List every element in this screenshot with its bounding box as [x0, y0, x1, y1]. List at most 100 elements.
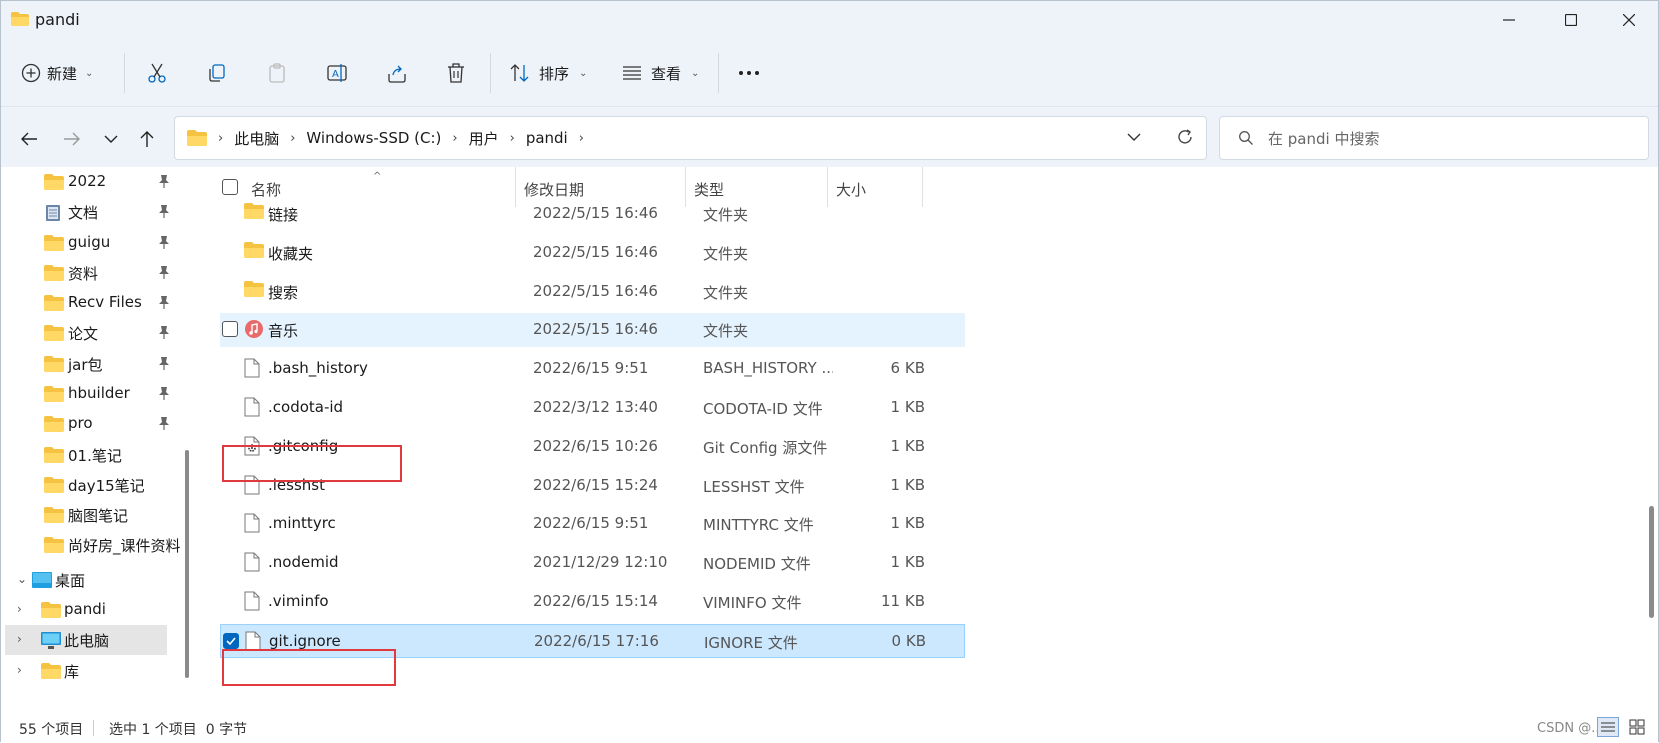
- nav-item-label: pandi: [64, 600, 106, 618]
- file-size: 6 KB: [890, 359, 925, 378]
- chevron-down-icon: ⌄: [691, 67, 700, 79]
- pin-icon: [158, 235, 170, 253]
- expand-chevron-right-icon[interactable]: ›: [17, 602, 22, 616]
- forward-button[interactable]: [58, 125, 86, 153]
- expand-chevron-right-icon[interactable]: ›: [17, 632, 22, 646]
- close-button[interactable]: [1601, 1, 1657, 39]
- view-toggle: [1597, 717, 1647, 737]
- breadcrumb-users[interactable]: 用户: [469, 128, 499, 149]
- new-button[interactable]: 新建 ⌄: [21, 57, 93, 89]
- folder-icon: [44, 477, 64, 497]
- search-box[interactable]: 在 pandi 中搜索: [1219, 116, 1649, 160]
- file-date: 2022/5/15 16:46: [533, 204, 658, 222]
- recent-locations-button[interactable]: [97, 125, 125, 153]
- file-type: 文件夹: [703, 322, 749, 341]
- watermark: CSDN @...: [1537, 721, 1604, 736]
- select-all-checkbox[interactable]: [222, 179, 238, 195]
- folder-icon: [44, 325, 64, 345]
- nav-scrollbar[interactable]: [185, 450, 189, 678]
- row-checkbox[interactable]: [222, 321, 238, 338]
- file-list-scrollbar[interactable]: [1649, 506, 1654, 618]
- nav-item[interactable]: › 此电脑: [5, 625, 167, 655]
- file-row[interactable]: 音乐 2022/5/15 16:46 文件夹: [220, 313, 965, 348]
- nav-item[interactable]: › pandi: [5, 595, 167, 625]
- file-size: 1 KB: [890, 475, 925, 494]
- sort-button[interactable]: 排序 ⌄: [509, 57, 587, 89]
- tiles-view-icon[interactable]: [1627, 717, 1647, 737]
- nav-item[interactable]: hbuilder: [1, 379, 181, 409]
- breadcrumb-this-pc[interactable]: 此电脑: [234, 128, 279, 149]
- nav-item[interactable]: day15笔记: [1, 470, 181, 500]
- nav-item[interactable]: 01.笔记: [1, 440, 181, 470]
- file-type: 文件夹: [703, 244, 749, 263]
- view-list-icon: [623, 66, 641, 80]
- up-button[interactable]: [133, 125, 161, 153]
- file-name: 搜索: [268, 283, 299, 302]
- file-row[interactable]: 搜索 2022/5/15 16:46 文件夹: [220, 275, 965, 309]
- nav-item[interactable]: 文档: [1, 197, 181, 227]
- toolbar-divider: [124, 53, 125, 93]
- nav-item-label: day15笔记: [68, 477, 145, 495]
- share-button[interactable]: [383, 59, 411, 87]
- sort-button-label: 排序: [539, 64, 570, 83]
- highlight-box-gitignore: [222, 649, 396, 686]
- nav-item[interactable]: pro: [1, 409, 181, 439]
- file-name: .bash_history: [268, 359, 368, 378]
- pin-icon: [158, 416, 170, 434]
- item-count: 55 个项目: [19, 722, 84, 738]
- nav-item-label: 库: [64, 663, 80, 681]
- more-options-button[interactable]: [735, 59, 763, 87]
- nav-item[interactable]: guigu: [1, 228, 181, 258]
- row-checkbox[interactable]: [223, 632, 239, 649]
- file-row[interactable]: .bash_history 2022/6/15 9:51 BASH_HISTORY …: [220, 352, 965, 386]
- nav-item[interactable]: 2022: [1, 167, 181, 197]
- command-bar: 新建 ⌄ A 排序 ⌄ 查看 ⌄: [1, 39, 1658, 107]
- chevron-right-icon: ›: [452, 130, 458, 146]
- file-row[interactable]: .nodemid 2021/12/29 12:10 NODEMID 文件 1 KB: [220, 546, 965, 580]
- nav-item[interactable]: jar包: [1, 349, 181, 379]
- file-date: 2022/6/15 15:14: [533, 592, 658, 610]
- file-row[interactable]: 链接 2022/5/15 16:46 文件夹: [220, 197, 965, 231]
- refresh-button[interactable]: [1176, 128, 1194, 150]
- nav-item[interactable]: ⌄ 桌面: [5, 565, 167, 595]
- nav-item-label: 脑图笔记: [68, 507, 129, 525]
- back-button[interactable]: [15, 125, 43, 153]
- nav-item[interactable]: Recv Files: [1, 288, 181, 318]
- address-bar[interactable]: › 此电脑 › Windows-SSD (C:) › 用户 › pandi ›: [174, 116, 1207, 160]
- folder-icon: [44, 537, 64, 557]
- copy-button[interactable]: [203, 59, 231, 87]
- view-button[interactable]: 查看 ⌄: [621, 57, 699, 89]
- nav-item[interactable]: 脑图笔记: [1, 500, 181, 530]
- sort-ascending-icon: ^: [373, 171, 382, 182]
- delete-button[interactable]: [442, 59, 470, 87]
- pin-icon: [158, 325, 170, 343]
- maximize-button[interactable]: [1543, 1, 1599, 39]
- paste-button[interactable]: [263, 59, 291, 87]
- file-row[interactable]: 收藏夹 2022/5/15 16:46 文件夹: [220, 236, 965, 270]
- toolbar-divider: [718, 53, 719, 93]
- arrow-up-icon: [140, 131, 154, 147]
- expand-chevron-right-icon[interactable]: ›: [17, 663, 22, 677]
- nav-item[interactable]: 论文: [1, 318, 181, 348]
- file-row[interactable]: .codota-id 2022/3/12 13:40 CODOTA-ID 文件 1 K…: [220, 391, 965, 425]
- file-row[interactable]: .minttyrc 2022/6/15 9:51 MINTTYRC 文件 1 KB: [220, 507, 965, 541]
- details-view-icon[interactable]: [1597, 717, 1619, 737]
- minimize-icon: [1503, 19, 1515, 21]
- file-name: 收藏夹: [268, 244, 314, 263]
- file-icon: [244, 358, 260, 382]
- rename-button[interactable]: A: [323, 59, 351, 87]
- address-history-button[interactable]: [1126, 129, 1142, 149]
- expand-chevron-down-icon[interactable]: ⌄: [17, 572, 27, 586]
- nav-item[interactable]: 尚好房_课件资料: [1, 530, 181, 560]
- breadcrumb-drive[interactable]: Windows-SSD (C:): [306, 129, 441, 147]
- nav-item[interactable]: 资料: [1, 258, 181, 288]
- view-button-label: 查看: [651, 64, 682, 83]
- folder-icon: [44, 235, 64, 255]
- minimize-button[interactable]: [1481, 1, 1537, 39]
- file-row[interactable]: .viminfo 2022/6/15 15:14 VIMINFO 文件 11 KB: [220, 585, 965, 619]
- pin-icon: [158, 174, 170, 192]
- folder-icon: [44, 295, 64, 315]
- nav-item[interactable]: › 库: [5, 656, 167, 686]
- cut-button[interactable]: [143, 59, 171, 87]
- breadcrumb-pandi[interactable]: pandi: [526, 129, 568, 147]
